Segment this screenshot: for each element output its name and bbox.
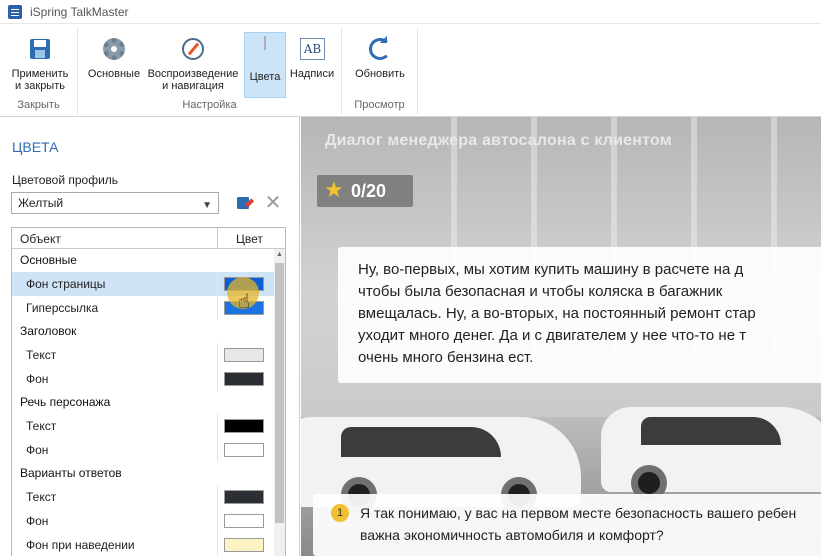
window-title: iSpring TalkMaster: [30, 5, 129, 19]
ribbon-group-label-preview: Просмотр: [354, 99, 405, 111]
row-label: Фон: [26, 372, 49, 386]
row-label: Текст: [26, 419, 57, 433]
row-label: Текст: [26, 490, 57, 504]
ribbon-group-settings: Основные Воспроизведение и навигация Цве…: [78, 28, 342, 114]
color-swatch[interactable]: [224, 419, 264, 433]
answer-line: важна экономичность автомобиля и комфорт…: [360, 527, 664, 543]
table-group-row: Речь персонажа: [20, 395, 111, 409]
speech-line: вмещалась. Ну, а во-вторых, на постоянны…: [358, 305, 756, 322]
row-label: Гиперссылка: [26, 301, 99, 315]
apply-and-close-label: Применить и закрыть: [11, 68, 69, 92]
colors-icon: [250, 36, 280, 67]
table-row[interactable]: Фон при наведении: [12, 533, 274, 556]
refresh-label: Обновить: [355, 68, 405, 80]
table-row[interactable]: Фон: [12, 367, 274, 391]
answer-number-badge: 1: [331, 504, 349, 522]
color-profile-value: Желтый: [18, 196, 64, 210]
color-swatch[interactable]: [224, 372, 264, 386]
color-swatch[interactable]: [224, 514, 264, 528]
ribbon-group-close: Применить и закрыть Закрыть: [0, 28, 78, 114]
apply-and-close-button[interactable]: Применить и закрыть: [4, 30, 76, 96]
scroll-thumb[interactable]: [275, 263, 284, 523]
speech-line: очень много бензина ест.: [358, 349, 534, 366]
table-header: Объект Цвет: [12, 228, 285, 249]
chevron-down-icon: ▼: [202, 200, 212, 211]
answer-line: Я так понимаю, у вас на первом месте без…: [360, 505, 797, 521]
compass-icon: [178, 34, 208, 64]
title-bar: iSpring TalkMaster: [0, 0, 821, 24]
score-value: 0/20: [351, 181, 387, 201]
color-swatch[interactable]: [224, 490, 264, 504]
star-icon: ★: [324, 177, 344, 202]
row-label: Фон страницы: [26, 277, 106, 291]
speech-line: чтобы была безопасная и чтобы коляска в …: [358, 283, 723, 300]
playback-navigation-label: Воспроизведение и навигация: [147, 68, 239, 92]
table-row[interactable]: Фон: [12, 509, 274, 533]
scroll-up-icon[interactable]: ▲: [274, 249, 285, 261]
row-label: Фон: [26, 514, 49, 528]
save-profile-icon[interactable]: [237, 195, 255, 211]
row-label: Текст: [26, 348, 57, 362]
table-row[interactable]: Фон: [12, 438, 274, 462]
column-header-color: Цвет: [236, 232, 263, 246]
answer-option[interactable]: 1 Я так понимаю, у вас на первом месте б…: [313, 494, 821, 556]
preview-area: Диалог менеджера автосалона с клиентом ★…: [301, 117, 821, 556]
captions-label: Надписи: [289, 68, 335, 80]
playback-navigation-button[interactable]: Воспроизведение и навигация: [144, 30, 242, 96]
colors-panel: ЦВЕТА Цветовой профиль Желтый ▼ ✕ Объект…: [0, 117, 300, 556]
table-group-row: Заголовок: [20, 324, 77, 338]
delete-profile-icon[interactable]: ✕: [263, 193, 283, 213]
speech-line: Ну, во-первых, мы хотим купить машину в …: [358, 261, 744, 278]
ribbon-group-label-close: Закрыть: [17, 99, 60, 111]
dialog-title: Диалог менеджера автосалона с клиентом: [325, 132, 672, 149]
colors-label: Цвета: [249, 71, 281, 83]
score-badge: ★ 0/20: [317, 175, 413, 207]
refresh-button[interactable]: Обновить: [348, 30, 412, 96]
basic-settings-button[interactable]: Основные: [84, 30, 144, 96]
color-profile-label: Цветовой профиль: [12, 173, 119, 187]
color-swatch[interactable]: [224, 538, 264, 552]
ribbon-toolbar: Применить и закрыть Закрыть Основные Вос…: [0, 24, 821, 117]
table-group-row: Основные: [20, 253, 77, 267]
table-scrollbar[interactable]: ▲: [274, 249, 285, 556]
text-ab-icon: AB: [297, 34, 327, 64]
colors-button[interactable]: Цвета: [244, 32, 286, 98]
table-row[interactable]: Текст: [12, 343, 274, 367]
speech-line: уходит много денег. Да и с двигателем у …: [358, 327, 747, 344]
app-icon: [8, 5, 22, 19]
hand-cursor-icon: ☝: [238, 291, 251, 313]
table-group-row: Варианты ответов: [20, 466, 122, 480]
ribbon-group-label-settings: Настройка: [182, 99, 237, 111]
color-swatch[interactable]: [224, 348, 264, 362]
table-row[interactable]: Текст: [12, 414, 274, 438]
ribbon-group-preview: Обновить Просмотр: [342, 28, 418, 114]
column-header-object: Объект: [20, 232, 61, 246]
row-label: Фон при наведении: [26, 538, 135, 552]
captions-button[interactable]: AB Надписи: [286, 30, 338, 96]
color-swatch[interactable]: [224, 443, 264, 457]
refresh-icon: [365, 34, 395, 64]
basic-settings-label: Основные: [87, 68, 141, 80]
answer-text: Я так понимаю, у вас на первом месте без…: [360, 502, 796, 546]
character-speech: Ну, во-первых, мы хотим купить машину в …: [338, 247, 821, 383]
save-close-icon: [25, 34, 55, 64]
gear-icon: [99, 34, 129, 64]
row-label: Фон: [26, 443, 49, 457]
panel-title: ЦВЕТА: [12, 139, 59, 155]
table-row[interactable]: Текст: [12, 485, 274, 509]
color-profile-select[interactable]: Желтый ▼: [11, 192, 219, 214]
